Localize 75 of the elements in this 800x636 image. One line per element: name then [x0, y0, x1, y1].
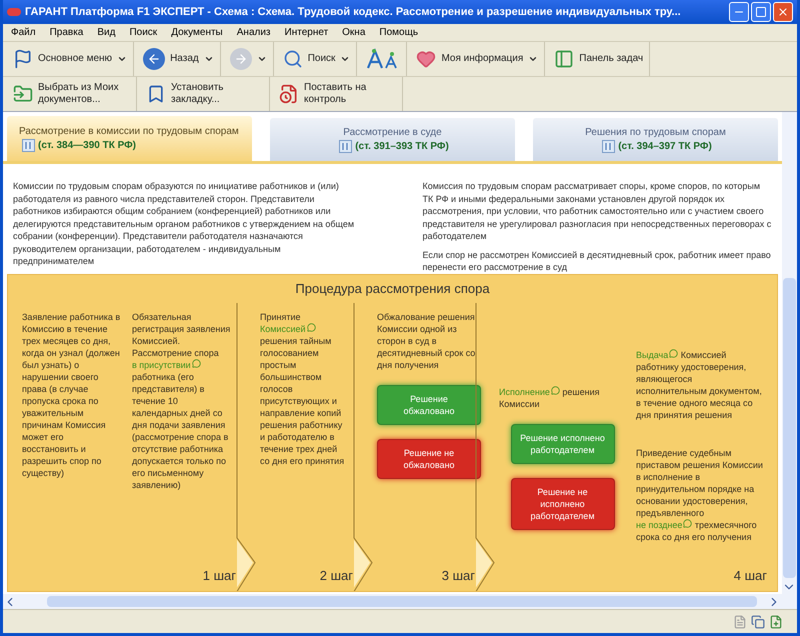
caret-icon [528, 54, 538, 64]
scrollbar-thumb[interactable] [47, 596, 757, 607]
horizontal-scrollbar[interactable] [3, 594, 797, 609]
step-label: 4 шаг [734, 566, 768, 584]
caret-icon [117, 54, 128, 64]
flag-icon [13, 49, 33, 69]
outcome-button[interactable]: Решение не обжаловано [377, 438, 481, 478]
menu-item[interactable]: Окна [342, 25, 366, 40]
close-button[interactable] [773, 2, 793, 22]
toolbar-button[interactable]: Основное меню [7, 42, 134, 76]
tab[interactable]: Решения по трудовым спорам (ст. 394–397 ТК РФ) [533, 118, 778, 161]
step-description: Принятие Комиссией решения тайным голосованием простым большинством голосов присутствующих и направление копий решения работнику и работодателю в течение трех дней со дня его принятия [260, 310, 346, 466]
comment-icon[interactable] [669, 348, 678, 358]
article-reference[interactable]: (ст. 391–393 ТК РФ) [355, 140, 449, 154]
toolbar-button[interactable]: Назад [137, 42, 221, 76]
tab[interactable]: Рассмотрение в комиссии по трудовым спорам (ст. 384—390 ТК РФ) [7, 116, 252, 161]
step-description: Заявление работника в Комиссию в течение трех месяцев со дня, когда он узнал (должен был узнать) о нарушении своего права (в случае пропуска срока по уважительным причинам Комиссия может его восстановить и разрешить спор по существу) [22, 310, 122, 478]
intro-paragraph: Комиссии по трудовым спорам образуются по инициативе работников и (или) работодателя из равного числа представителей сторон. Представители работников избираются общим собранием (конференцией) работников или делегируются представительным органом работников с утверждением на общем собрании (конференции). Представители работодателя назначаются руководителем организации, работодателем - индивидуальным предпринимателем [13, 180, 356, 268]
tab-label: Рассмотрение в комиссии по трудовым спорам [19, 124, 240, 138]
toolbar-button[interactable]: Поиск [276, 42, 358, 76]
maximize-icon [755, 6, 767, 18]
menu-item[interactable]: Документы [171, 25, 223, 40]
toolbar-button[interactable]: Моя информация [410, 42, 546, 76]
panel-icon [554, 49, 574, 69]
copy-icon[interactable] [751, 614, 765, 628]
tab-label: Рассмотрение в суде [343, 126, 442, 140]
menu-item[interactable]: Поиск [129, 25, 158, 40]
search-icon [282, 49, 303, 69]
step-description: Приведение судебным приставом решения Комиссии в исполнение в принудительном порядке на основании удостоверения, предъявленного не позднее трехмесячного срока со дня его получения [636, 446, 763, 542]
tab-label: Решения по трудовым спорам [585, 126, 726, 140]
menu-item[interactable]: Анализ [236, 25, 271, 40]
step-label: 1 шаг [202, 566, 237, 584]
intro-paragraph: Если спор не рассмотрен Комиссией в десятидневный срок, работник имеет право перенести его рассмотрение в суд [422, 248, 772, 274]
menu-item[interactable]: Файл [11, 25, 36, 40]
document-icon[interactable] [22, 139, 35, 152]
minimize-button[interactable] [729, 2, 749, 22]
caret-icon [256, 54, 267, 64]
comment-icon[interactable] [683, 518, 692, 528]
maximize-button[interactable] [751, 2, 771, 22]
app-logo-icon [7, 8, 21, 16]
step-description: Выдача Комиссией работнику удостоверения, являющегося исполнительным документом, в течение одного месяца со дня принятия решения [636, 348, 763, 420]
tab[interactable]: Рассмотрение в суде (ст. 391–393 ТК РФ) [270, 118, 515, 161]
scrollbar-thumb[interactable] [783, 278, 796, 578]
procedure-title: Процедура рассмотрения спора [294, 280, 491, 298]
back-icon [143, 48, 166, 70]
article-reference[interactable]: (ст. 394–397 ТК РФ) [618, 140, 712, 154]
menu-item[interactable]: Правка [50, 25, 84, 40]
document-icon[interactable] [733, 614, 747, 628]
forward-icon [230, 48, 252, 70]
step-label: 2 шаг [320, 566, 354, 584]
caret-icon [340, 54, 350, 64]
window-title: ГАРАНТ Платформа F1 ЭКСПЕРТ - Схема : Схема. Трудовой кодекс. Рассмотрение и разрешение индивидуальных тру... [25, 4, 682, 20]
comment-icon[interactable] [192, 358, 201, 368]
folder-icon [13, 84, 33, 104]
step-description: Обязательная регистрация заявления Комиссией. Рассмотрение спора в присутствии работника (его представителя) в течение 10 календарных дней со дня подачи заявления (рассмотрение спора в отсутствие работника допускается только по его письменному заявлению) [132, 310, 232, 490]
document-alert-icon [279, 84, 299, 104]
intro-paragraph: Комиссия по трудовым спорам рассматривает споры, кроме споров, по которым ТК РФ и иными федеральными законами установлен другой порядок их рассмотрения, при условии, что работник самостоятельно или с участием своего представителя не урегулировал разногласия при непосредственных переговорах с работодателем [422, 180, 772, 242]
document-icon[interactable] [602, 140, 616, 153]
step-label: 3 шаг [442, 566, 476, 584]
step-description: Обжалование решения Комиссии одной из сторон в суд в десятидневный срок со дня получения [377, 310, 476, 370]
menu-item[interactable]: Вид [97, 25, 116, 40]
toolbar-button[interactable]: Панель задач [548, 42, 650, 76]
vertical-scrollbar[interactable] [782, 112, 797, 594]
step-description: Исполнение решения Комиссии [499, 386, 600, 410]
outcome-button[interactable]: Решение не исполнено работодателем [510, 478, 614, 530]
comment-icon[interactable] [306, 322, 316, 332]
menu-item[interactable]: Помощь [379, 25, 418, 40]
caret-icon [204, 54, 214, 64]
menu-item[interactable]: Интернет [284, 25, 328, 40]
heart-icon [416, 49, 436, 69]
close-icon [777, 6, 789, 18]
article-reference[interactable]: (ст. 384—390 ТК РФ) [38, 138, 136, 152]
comment-icon[interactable] [550, 386, 560, 395]
document-icon[interactable] [339, 140, 352, 153]
document-add-icon[interactable] [769, 614, 783, 628]
